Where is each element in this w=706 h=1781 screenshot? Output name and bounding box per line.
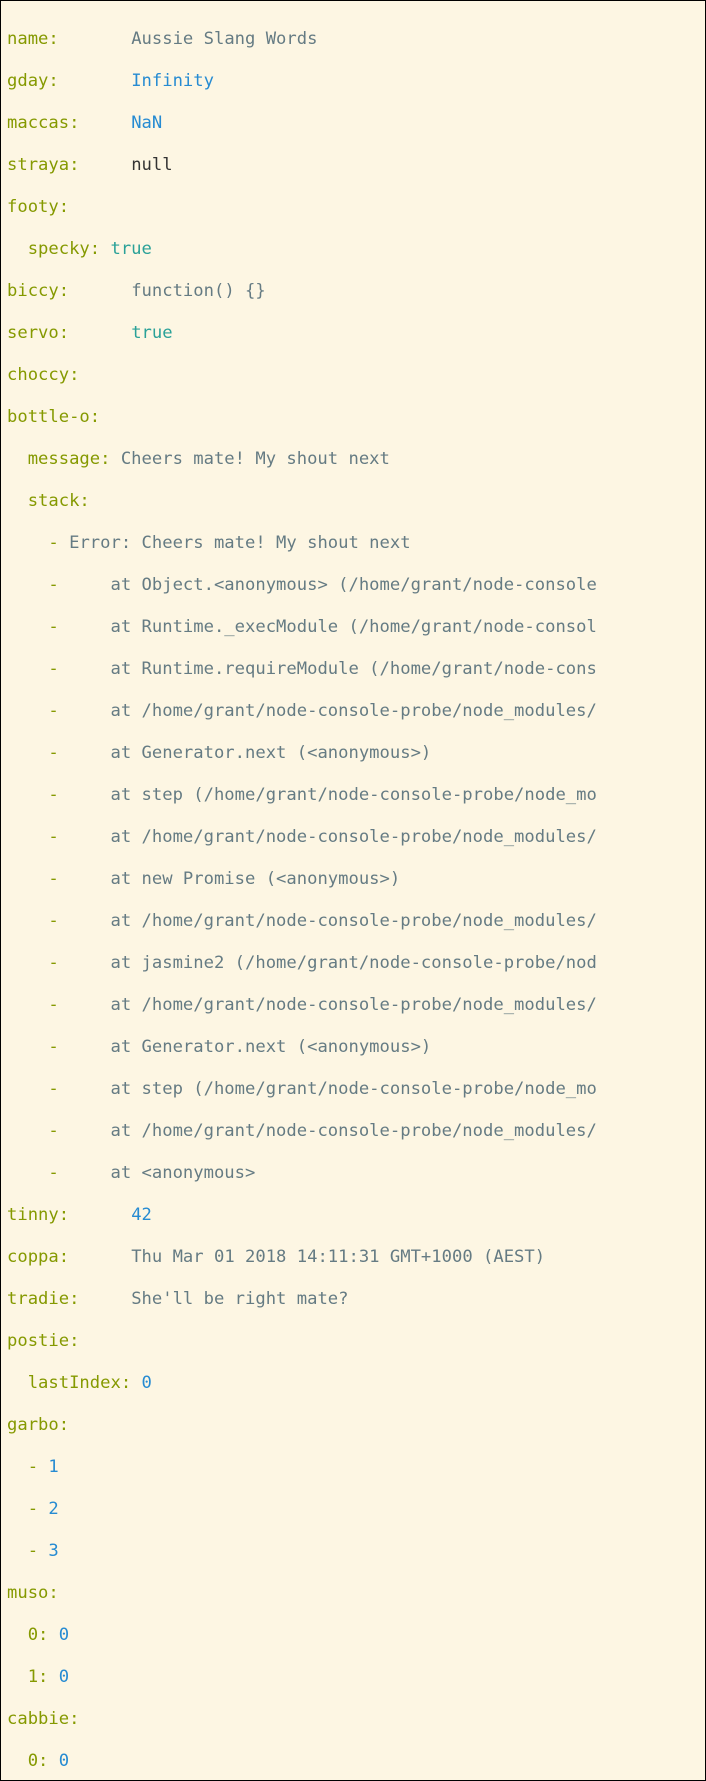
key-choccy: choccy: (7, 365, 79, 385)
list-dash: - (7, 1499, 48, 1519)
idx-0: 0: (7, 1751, 59, 1771)
stack-line: at /home/grant/node-console-probe/node_m… (69, 701, 597, 721)
val-name: Aussie Slang Words (131, 29, 317, 49)
stack-dash: - (7, 701, 69, 721)
key-biccy: biccy: (7, 281, 131, 301)
val-maccas: NaN (131, 113, 162, 133)
key-footy: footy: (7, 197, 69, 217)
stack-line: at new Promise (<anonymous>) (69, 869, 400, 889)
stack-line: at /home/grant/node-console-probe/node_m… (69, 1121, 597, 1141)
val-garbo-2: 3 (48, 1541, 58, 1561)
console-output: name: Aussie Slang Words gday: Infinity … (0, 0, 706, 1781)
key-gday: gday: (7, 71, 131, 91)
stack-line: at /home/grant/node-console-probe/node_m… (69, 827, 597, 847)
val-zero: 0 (59, 1667, 69, 1687)
val-tradie: She'll be right mate? (131, 1289, 348, 1309)
stack-line: at /home/grant/node-console-probe/node_m… (69, 995, 597, 1015)
key-message: message: (7, 449, 121, 469)
key-cabbie: cabbie: (7, 1709, 79, 1729)
key-coppa: coppa: (7, 1247, 131, 1267)
stack-line: Error: Cheers mate! My shout next (69, 533, 410, 553)
stack-dash: - (7, 1037, 69, 1057)
list-dash: - (7, 1457, 48, 1477)
key-muso: muso: (7, 1583, 59, 1603)
key-name: name: (7, 29, 131, 49)
stack-dash: - (7, 743, 69, 763)
val-zero: 0 (59, 1751, 69, 1771)
stack-dash: - (7, 1121, 69, 1141)
stack-line: at Runtime.requireModule (/home/grant/no… (69, 659, 597, 679)
val-garbo-1: 2 (48, 1499, 58, 1519)
stack-line: at Generator.next (<anonymous>) (69, 743, 431, 763)
list-dash: - (7, 1541, 48, 1561)
key-tinny: tinny: (7, 1205, 131, 1225)
key-garbo: garbo: (7, 1415, 69, 1435)
stack-dash: - (7, 995, 69, 1015)
val-specky: true (110, 239, 151, 259)
stack-line: at <anonymous> (69, 1163, 255, 1183)
stack-line: at step (/home/grant/node-console-probe/… (69, 785, 597, 805)
key-straya: straya: (7, 155, 131, 175)
key-specky: specky: (7, 239, 110, 259)
key-postie: postie: (7, 1331, 79, 1351)
stack-dash: - (7, 533, 69, 553)
stack-dash: - (7, 1163, 69, 1183)
key-tradie: tradie: (7, 1289, 131, 1309)
idx-1: 1: (7, 1667, 59, 1687)
key-bottle-o: bottle-o: (7, 407, 100, 427)
stack-line: at jasmine2 (/home/grant/node-console-pr… (69, 953, 597, 973)
stack-dash: - (7, 659, 69, 679)
stack-dash: - (7, 575, 69, 595)
val-gday: Infinity (131, 71, 214, 91)
val-straya: null (131, 155, 172, 175)
val-garbo-0: 1 (48, 1457, 58, 1477)
stack-line: at Runtime._execModule (/home/grant/node… (69, 617, 597, 637)
stack-dash: - (7, 911, 69, 931)
stack-dash: - (7, 1079, 69, 1099)
val-servo: true (131, 323, 172, 343)
val-biccy: function() {} (131, 281, 266, 301)
stack-dash: - (7, 869, 69, 889)
key-servo: servo: (7, 323, 131, 343)
stack-dash: - (7, 953, 69, 973)
stack-dash: - (7, 617, 69, 637)
stack-line: at step (/home/grant/node-console-probe/… (69, 1079, 597, 1099)
stack-line: at Object.<anonymous> (/home/grant/node-… (69, 575, 597, 595)
stack-line: at Generator.next (<anonymous>) (69, 1037, 431, 1057)
stack-dash: - (7, 827, 69, 847)
val-message: Cheers mate! My shout next (121, 449, 390, 469)
key-maccas: maccas: (7, 113, 131, 133)
key-lastIndex: lastIndex: (7, 1373, 142, 1393)
stack-dash: - (7, 785, 69, 805)
val-tinny: 42 (131, 1205, 152, 1225)
idx-0: 0: (7, 1625, 59, 1645)
val-coppa: Thu Mar 01 2018 14:11:31 GMT+1000 (AEST) (131, 1247, 545, 1267)
val-zero: 0 (59, 1625, 69, 1645)
key-stack: stack: (7, 491, 90, 511)
val-lastIndex: 0 (142, 1373, 152, 1393)
stack-line: at /home/grant/node-console-probe/node_m… (69, 911, 597, 931)
